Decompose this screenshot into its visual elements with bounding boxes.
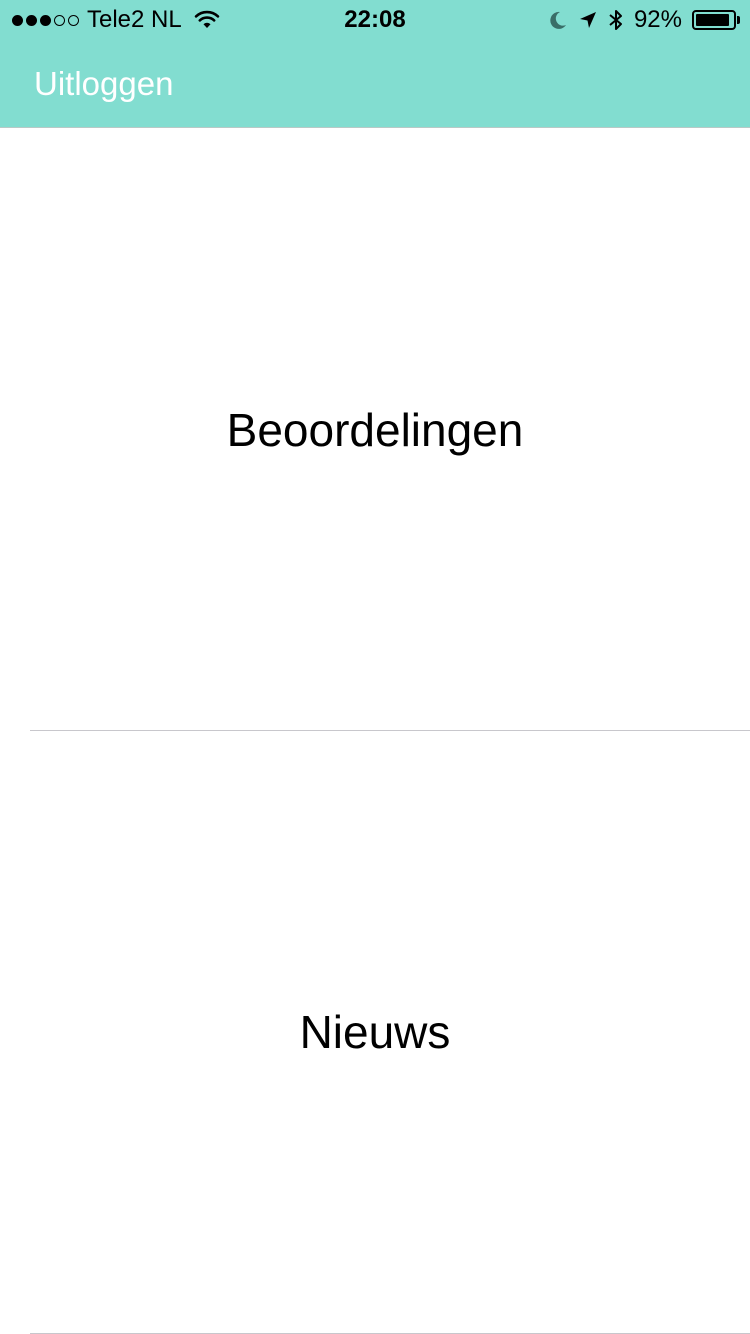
location-arrow-icon bbox=[579, 12, 596, 28]
moon-icon bbox=[550, 11, 566, 29]
battery-tip bbox=[737, 16, 740, 24]
bluetooth-icon bbox=[609, 10, 622, 30]
battery-fill bbox=[696, 14, 730, 26]
battery-percentage: 92% bbox=[633, 6, 682, 33]
menu-item-label: Beoordelingen bbox=[226, 403, 524, 456]
menu-item-label: Nieuws bbox=[299, 1006, 451, 1058]
status-right: 92% bbox=[548, 6, 740, 34]
battery-icon bbox=[692, 10, 740, 30]
status-bar: Tele2 NL 22:08 92% bbox=[0, 0, 750, 40]
logout-button[interactable]: Uitloggen bbox=[34, 64, 173, 104]
navigation-bar: Uitloggen bbox=[0, 40, 750, 128]
menu-item-nieuws[interactable]: Nieuws bbox=[0, 731, 750, 1333]
menu-item-beoordelingen[interactable]: Beoordelingen bbox=[0, 129, 750, 730]
header: Tele2 NL 22:08 92% Uitloggen bbox=[0, 0, 750, 128]
battery-body bbox=[692, 10, 736, 30]
